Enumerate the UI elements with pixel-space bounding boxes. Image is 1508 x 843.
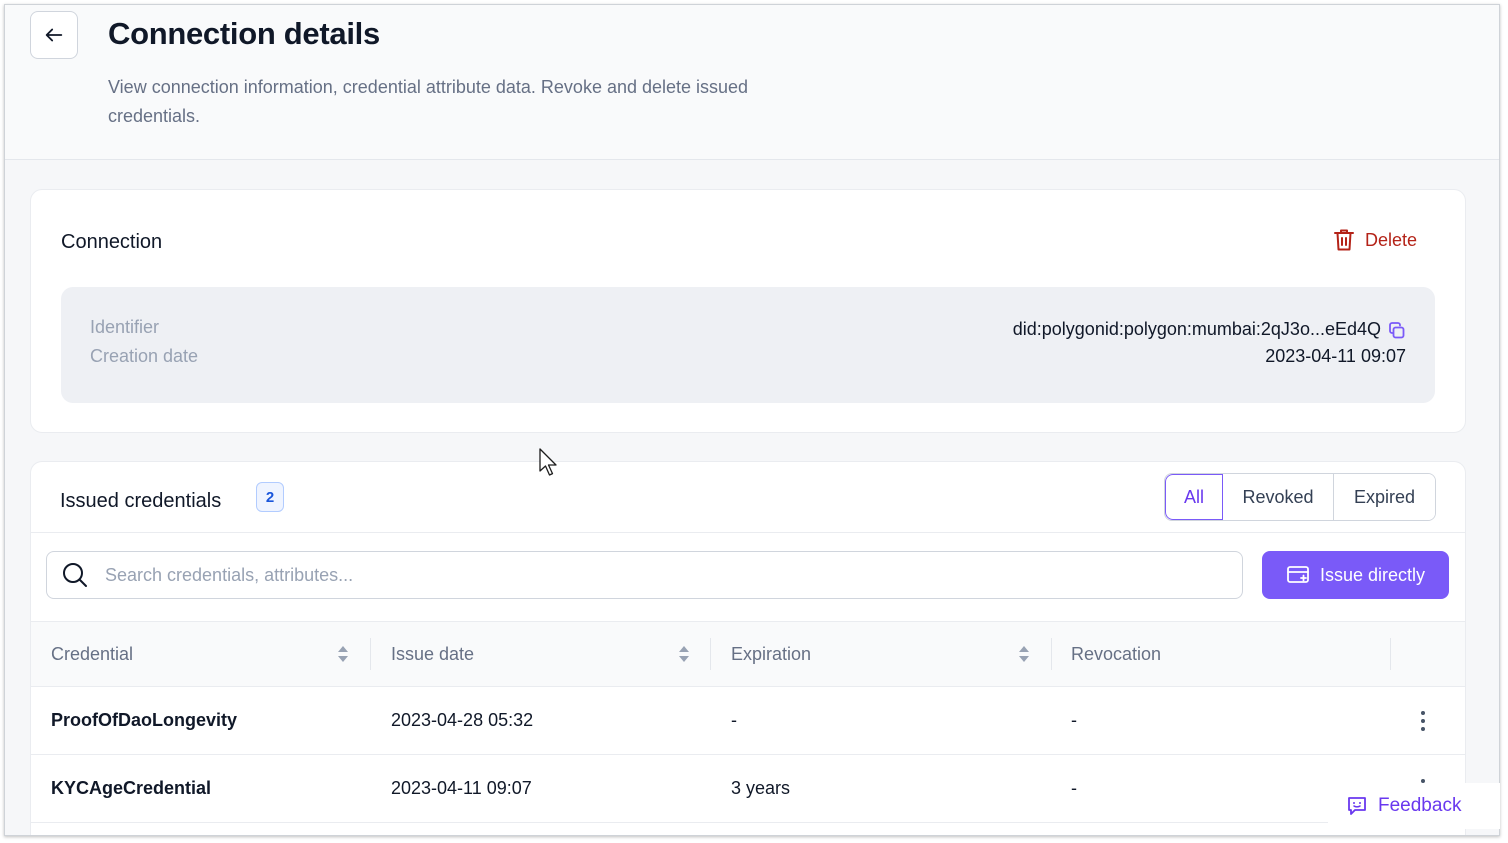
filter-revoked[interactable]: Revoked (1223, 474, 1334, 520)
arrow-left-icon (45, 28, 63, 42)
filter-all[interactable]: All (1165, 474, 1223, 520)
trash-icon (1333, 229, 1354, 251)
feedback-button[interactable]: Feedback (1328, 783, 1500, 829)
page-title: Connection details (108, 16, 380, 51)
delete-label: Delete (1364, 229, 1417, 250)
feedback-label: Feedback (1378, 795, 1462, 816)
connection-info: Identifier Creation date did:polygonid:p… (61, 287, 1435, 403)
column-separator (1051, 638, 1052, 670)
delete-button[interactable]: Delete (1333, 228, 1417, 252)
search-input[interactable] (105, 564, 1205, 586)
column-separator (370, 638, 371, 670)
sort-icon[interactable] (336, 642, 350, 666)
issue-date: 2023-04-11 09:07 (391, 777, 532, 798)
page-subtitle: View connection information, credential … (108, 77, 749, 126)
table-header: Credential Issue date Expiration Revocat… (31, 621, 1465, 687)
expiration: 3 years (731, 777, 791, 798)
creation-date-label: Creation date (90, 346, 199, 366)
card-divider (31, 532, 1465, 533)
revocation: - (1071, 709, 1077, 730)
filter-expired[interactable]: Expired (1334, 474, 1435, 520)
issue-directly-label: Issue directly (1319, 564, 1426, 585)
table-row[interactable]: KYCAgeCredential 2023-04-11 09:07 3 year… (31, 755, 1465, 823)
search-icon (63, 563, 87, 587)
sort-icon[interactable] (1017, 642, 1031, 666)
column-issue-date: Issue date (391, 643, 475, 664)
issue-date: 2023-04-28 05:32 (391, 709, 534, 730)
identifier-label: Identifier (90, 317, 160, 337)
copy-icon[interactable] (1387, 321, 1407, 341)
identifier-value: did:polygonid:polygon:mumbai:2qJ3o...eEd… (1012, 318, 1381, 339)
connection-card: Connection Delete Identifier Creation da… (30, 189, 1466, 433)
connection-title: Connection (61, 231, 163, 253)
credential-filter: All Revoked Expired (1164, 473, 1436, 521)
credential-name[interactable]: KYCAgeCredential (51, 755, 211, 821)
credentials-search (46, 551, 1243, 599)
credential-add-icon (1287, 566, 1309, 583)
issued-credentials-card: Issued credentials 2 All Revoked Expired… (30, 461, 1466, 835)
issued-credentials-title: Issued credentials (60, 490, 222, 512)
credential-name[interactable]: ProofOfDaoLongevity (51, 687, 237, 753)
table-row[interactable]: ProofOfDaoLongevity 2023-04-28 05:32 - - (31, 687, 1465, 755)
feedback-icon (1348, 797, 1366, 815)
credentials-count-badge: 2 (256, 482, 284, 512)
column-separator (710, 638, 711, 670)
column-separator (1390, 638, 1391, 670)
more-options-icon[interactable] (1411, 709, 1435, 733)
creation-date-value: 2023-04-11 09:07 (1265, 346, 1406, 366)
expiration: - (731, 709, 737, 730)
column-credential: Credential (51, 643, 134, 664)
page-header: Connection details View connection infor… (5, 5, 1499, 160)
app-window: Connection details View connection infor… (4, 4, 1500, 836)
sort-icon[interactable] (677, 642, 691, 666)
issue-directly-button[interactable]: Issue directly (1262, 551, 1449, 599)
mouse-cursor-icon (539, 448, 557, 476)
column-revocation: Revocation (1071, 643, 1162, 664)
identifier-value-wrap: did:polygonid:polygon:mumbai:2qJ3o...eEd… (1013, 317, 1407, 341)
revocation: - (1071, 777, 1077, 798)
back-button[interactable] (30, 11, 78, 59)
column-expiration: Expiration (731, 643, 812, 664)
